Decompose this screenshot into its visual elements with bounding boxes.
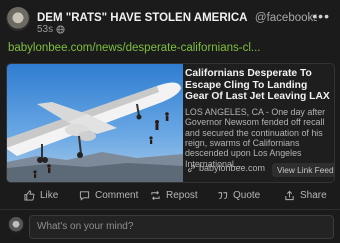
author-name[interactable]: DEM "RATS" HAVE STOLEN AMERICA (37, 12, 247, 24)
author-handle[interactable]: @facebooksucksass (255, 12, 317, 24)
airplane-photo (7, 64, 183, 182)
card-image[interactable] (7, 64, 183, 182)
quote-label: Quote (233, 190, 261, 201)
composer[interactable] (29, 215, 334, 239)
repost-icon (151, 191, 160, 200)
current-user-avatar[interactable] (8, 217, 24, 233)
post-meta: 53s (37, 24, 65, 35)
share-label: Share (300, 190, 327, 201)
more-options-button[interactable]: ••• (312, 8, 330, 24)
like-button[interactable]: Like (24, 190, 58, 201)
author-line: DEM "RATS" HAVE STOLEN AMERICA @facebook… (37, 8, 317, 26)
thumbs-up-icon (24, 190, 35, 201)
more-horizontal-icon: ••• (312, 8, 330, 24)
post-actions: Like Comment Repost Quote Share (0, 190, 340, 208)
repost-label: Repost (166, 190, 198, 201)
author-avatar[interactable] (6, 7, 30, 31)
link-icon (187, 164, 196, 172)
card-domain[interactable]: babylonbee.com (187, 163, 265, 173)
view-link-feed-button[interactable]: View Link Feed (272, 163, 334, 177)
comment-icon (79, 191, 90, 201)
globe-icon (56, 25, 65, 34)
card-description: LOS ANGELES, CA - One day after Governor… (185, 107, 326, 169)
card-body: Californians Desperate To Escape Cling T… (185, 68, 331, 170)
comment-label: Comment (95, 190, 139, 201)
card-title[interactable]: Californians Desperate To Escape Cling T… (185, 68, 331, 103)
repost-button[interactable]: Repost (150, 190, 198, 201)
share-button[interactable]: Share (284, 190, 327, 201)
share-icon (285, 190, 294, 201)
like-label: Like (40, 190, 59, 201)
card-footer: babylonbee.com View Link Feed (187, 163, 334, 177)
comment-input[interactable] (30, 216, 334, 237)
post-timestamp[interactable]: 53s (37, 24, 53, 35)
quote-icon (218, 192, 228, 200)
post: DEM "RATS" HAVE STOLEN AMERICA @facebook… (0, 0, 340, 243)
comment-button[interactable]: Comment (79, 190, 138, 201)
quote-button[interactable]: Quote (217, 190, 260, 201)
divider (0, 209, 340, 210)
link-preview-card[interactable]: Californians Desperate To Escape Cling T… (6, 63, 335, 183)
card-domain-text: babylonbee.com (199, 163, 266, 173)
post-link[interactable]: babylonbee.com/news/desperate-california… (8, 42, 333, 54)
